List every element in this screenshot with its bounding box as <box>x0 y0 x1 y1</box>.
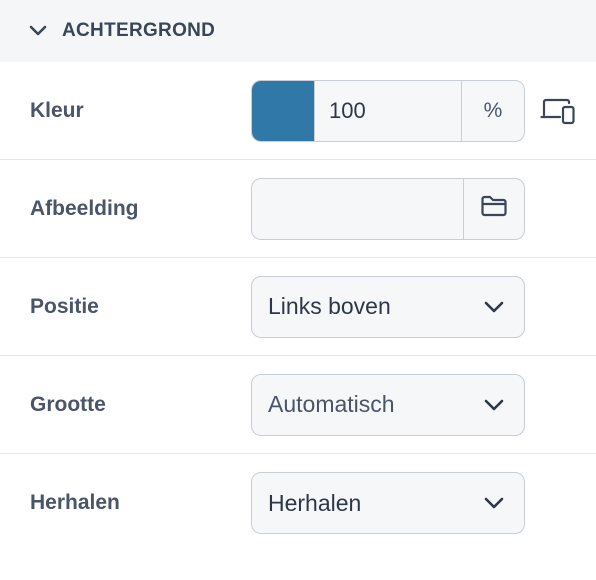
image-label: Afbeelding <box>30 196 139 220</box>
row-color: Kleur 100 % <box>0 62 596 160</box>
image-path-input[interactable] <box>252 178 464 239</box>
section-header-achtergrond[interactable]: ACHTERGROND <box>0 0 596 62</box>
background-settings-panel: ACHTERGROND Kleur 100 % Afbeelding Posit… <box>0 0 596 580</box>
section-title: ACHTERGROND <box>62 20 216 41</box>
opacity-unit: % <box>483 98 503 122</box>
color-control: 100 % <box>251 79 525 142</box>
repeat-selected-value: Herhalen <box>268 489 362 516</box>
image-control <box>251 177 525 240</box>
chevron-down-icon <box>464 473 524 533</box>
opacity-input[interactable]: 100 <box>315 80 462 141</box>
position-label: Positie <box>30 294 99 318</box>
row-position: Positie Links boven <box>0 258 596 356</box>
repeat-select[interactable]: Herhalen <box>251 472 525 534</box>
color-swatch[interactable] <box>252 80 315 141</box>
browse-image-button[interactable] <box>464 179 524 239</box>
repeat-label: Herhalen <box>30 491 120 514</box>
chevron-down-icon <box>28 21 48 41</box>
row-repeat: Herhalen Herhalen <box>0 454 596 552</box>
chevron-down-icon <box>464 277 524 337</box>
responsive-devices-icon[interactable] <box>540 96 576 126</box>
folder-icon <box>480 194 508 223</box>
chevron-down-icon <box>464 375 524 435</box>
row-image: Afbeelding <box>0 160 596 258</box>
row-size: Grootte Automatisch <box>0 356 596 454</box>
size-select[interactable]: Automatisch <box>251 373 525 436</box>
size-selected-value: Automatisch <box>268 391 395 417</box>
position-selected-value: Links boven <box>268 293 391 319</box>
size-label: Grootte <box>30 392 106 416</box>
color-label: Kleur <box>30 98 84 122</box>
position-select[interactable]: Links boven <box>251 275 525 338</box>
